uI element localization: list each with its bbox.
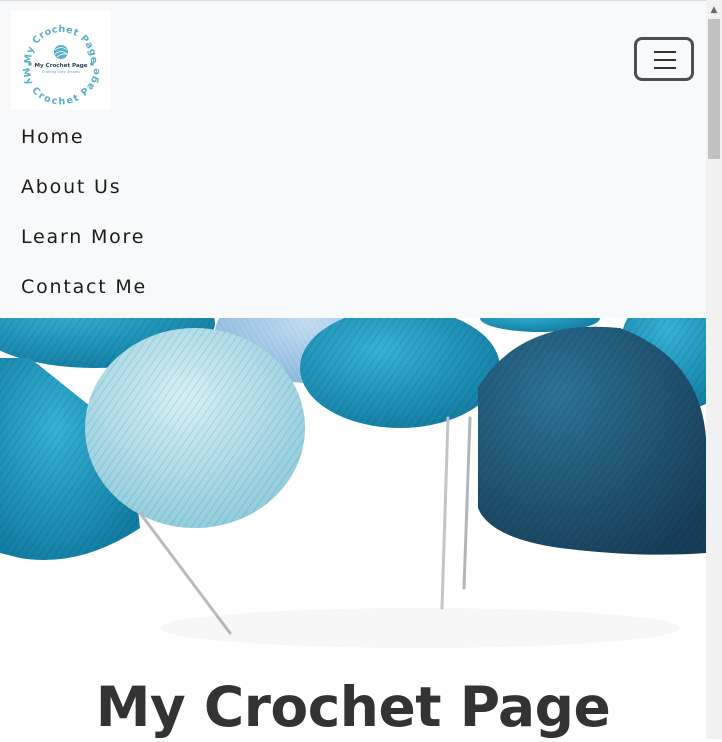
nav-link-contact[interactable]: Contact Me (21, 262, 147, 312)
nav-item-learn-more: Learn More (21, 212, 147, 262)
nav-item-about: About Us (21, 162, 147, 212)
logo-center-title: My Crochet Page (34, 63, 87, 69)
logo-dot-left (28, 62, 32, 66)
nav-item-home: Home (21, 112, 147, 162)
nav-menu: Home About Us Learn More Contact Me (21, 112, 147, 312)
scrollbar-thumb[interactable] (708, 19, 720, 159)
logo-dot-right (90, 62, 94, 66)
nav-link-about[interactable]: About Us (21, 162, 147, 212)
scrollbar[interactable]: ▲ (706, 0, 722, 739)
yarn-ball-icon (54, 45, 69, 59)
page-title: My Crochet Page (95, 675, 611, 739)
nav-link-home[interactable]: Home (21, 112, 147, 162)
navbar: My Crochet Page My Crochet Page My Croch… (0, 1, 706, 318)
logo-graphic: My Crochet Page My Crochet Page My Croch… (19, 24, 102, 108)
nav-item-contact: Contact Me (21, 262, 147, 312)
logo-tagline: Crafting cozy dreams (42, 70, 80, 74)
brand-logo[interactable]: My Crochet Page My Crochet Page My Croch… (11, 10, 111, 110)
nav-link-learn-more[interactable]: Learn More (21, 212, 147, 262)
scroll-up-arrow-icon[interactable]: ▲ (706, 2, 722, 18)
navbar-toggler-button[interactable] (634, 37, 694, 81)
